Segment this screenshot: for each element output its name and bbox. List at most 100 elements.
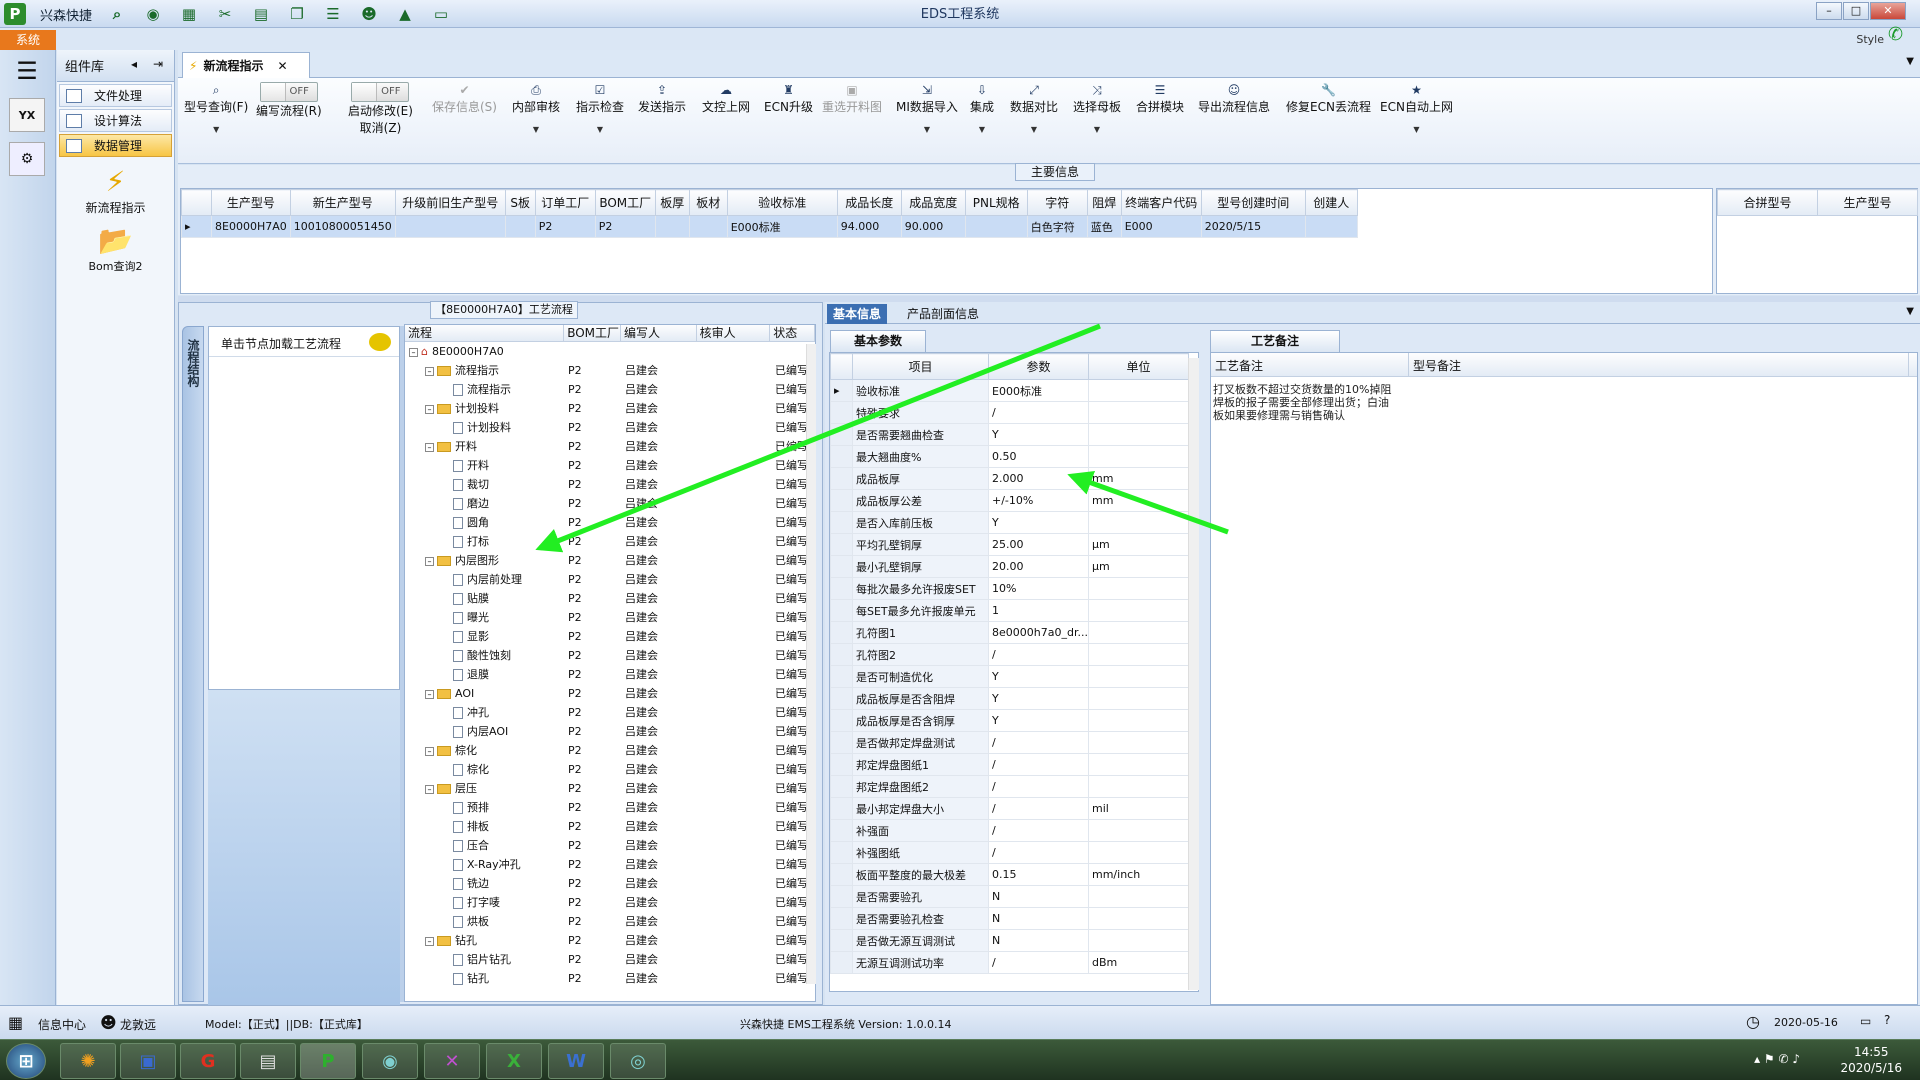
tree-node[interactable]: 磨边 <box>405 494 565 513</box>
table-cell[interactable]: 2020/5/15 <box>1200 215 1306 238</box>
param-value-cell[interactable]: 0.50 <box>988 445 1089 468</box>
param-row[interactable]: 特殊要求 / <box>830 401 1189 424</box>
table-cell[interactable]: 蓝色 <box>1086 215 1122 238</box>
tree-row[interactable]: – 钻孔 P2 吕建会 已编写 <box>405 931 815 950</box>
tree-node[interactable]: – 计划投料 <box>405 399 565 418</box>
help-icon[interactable]: ? <box>1884 1013 1890 1027</box>
tree-node[interactable]: – 钻孔 <box>405 931 565 950</box>
export-flow-info-button[interactable]: ☺ 导出流程信息 <box>1198 82 1270 115</box>
column-header[interactable]: 新生产型号 <box>289 189 396 216</box>
tree-node[interactable]: 圆角 <box>405 513 565 532</box>
table-cell[interactable]: E000标准 <box>726 215 838 238</box>
nav-item-data-management[interactable]: 数据管理 <box>59 134 172 157</box>
column-header[interactable]: 创建人 <box>1304 189 1358 216</box>
param-row[interactable]: 每SET最多允许报废单元 1 <box>830 599 1189 622</box>
tree-node[interactable]: 烘板 <box>405 912 565 931</box>
list-icon[interactable]: ☰ <box>322 3 344 25</box>
tree-row[interactable]: 磨边 P2 吕建会 已编写 <box>405 494 815 513</box>
tree-row[interactable]: 酸性蚀刻 P2 吕建会 已编写 <box>405 646 815 665</box>
column-header[interactable]: 板材 <box>688 189 728 216</box>
table-cell[interactable] <box>1304 215 1358 238</box>
tree-node[interactable]: 裁切 <box>405 475 565 494</box>
column-header[interactable]: 成品长度 <box>836 189 902 216</box>
doc-control-upload-button[interactable]: ☁ 文控上网 <box>702 82 750 115</box>
chevron-down-icon[interactable]: ▼ <box>1906 306 1914 317</box>
scissors-icon[interactable]: ✂ <box>214 3 236 25</box>
param-value-cell[interactable]: Y <box>988 665 1089 688</box>
taskbar-app-eye-icon[interactable]: ◉ <box>362 1043 418 1079</box>
column-header[interactable]: S板 <box>504 189 536 216</box>
tab-basic-info[interactable]: 基本信息 <box>827 304 888 324</box>
menu-icon[interactable]: ☰ <box>9 54 45 88</box>
tree-row[interactable]: 铣边 P2 吕建会 已编写 <box>405 874 815 893</box>
taskbar-clock[interactable]: 14:55 2020/5/16 <box>1840 1044 1902 1076</box>
param-row[interactable]: 最小邦定焊盘大小 / mil <box>830 797 1189 820</box>
tree-node[interactable]: 压合 <box>405 836 565 855</box>
tree-row[interactable]: 排板 P2 吕建会 已编写 <box>405 817 815 836</box>
tab-product-profile[interactable]: 产品剖面信息 <box>901 304 985 324</box>
flow-tree-scrollbar[interactable] <box>806 344 816 984</box>
param-row[interactable]: 是否做无源互调测试 N <box>830 929 1189 952</box>
style-selector[interactable]: Style <box>1856 33 1884 46</box>
param-value-cell[interactable]: N <box>988 885 1089 908</box>
param-row[interactable]: 平均孔壁铜厚 25.00 μm <box>830 533 1189 556</box>
ecn-upgrade-button[interactable]: ♜ ECN升级 <box>764 82 813 115</box>
tab-system[interactable]: 系统 <box>0 30 56 50</box>
param-value-cell[interactable]: / <box>988 841 1089 864</box>
param-row[interactable]: 邦定焊盘图纸1/ <box>830 753 1189 776</box>
column-header[interactable]: 字符 <box>1026 189 1088 216</box>
taskbar-app-eds-icon[interactable]: P <box>300 1043 356 1079</box>
data-compare-button[interactable]: ⤢ 数据对比 ▼ <box>1010 82 1058 134</box>
select-master-board-button[interactable]: ⤨ 选择母板 ▼ <box>1073 82 1121 134</box>
tree-node[interactable]: 开料 <box>405 456 565 475</box>
param-row[interactable]: 是否需要验孔 N <box>830 885 1189 908</box>
param-row[interactable]: 邦定焊盘图纸2/ <box>830 775 1189 798</box>
collapse-toggle-icon[interactable]: – <box>425 784 434 794</box>
chart-icon[interactable]: ▲ <box>394 3 416 25</box>
column-header[interactable]: 订单工厂 <box>534 189 596 216</box>
tree-row[interactable]: X-Ray冲孔 P2 吕建会 已编写 <box>405 855 815 874</box>
param-value-cell[interactable]: / <box>988 819 1089 842</box>
tab-basic-params[interactable]: 基本参数 <box>830 330 926 352</box>
tree-row[interactable]: 开料 P2 吕建会 已编写 <box>405 456 815 475</box>
param-value-cell[interactable]: Y <box>988 687 1089 710</box>
tab-craft-remark[interactable]: 工艺备注 <box>1210 330 1340 352</box>
table-cell[interactable] <box>964 215 1028 238</box>
param-scrollbar[interactable] <box>1188 358 1199 990</box>
toggle-switch[interactable]: OFF <box>351 82 410 102</box>
info-center-label[interactable]: 信息中心 <box>38 1016 86 1033</box>
keyboard-icon[interactable]: ▭ <box>1860 1014 1871 1028</box>
column-header[interactable]: 板厚 <box>654 189 690 216</box>
param-row[interactable]: 补强图纸 / <box>830 841 1189 864</box>
taskbar-app-word-icon[interactable]: W <box>548 1043 604 1079</box>
nav-item-file-processing[interactable]: 文件处理 <box>59 84 172 107</box>
tree-row[interactable]: 计划投料 P2 吕建会 已编写 <box>405 418 815 437</box>
column-header[interactable]: BOM工厂 <box>594 189 656 216</box>
tree-node[interactable]: – 流程指示 <box>405 361 565 380</box>
collapse-toggle-icon[interactable]: – <box>409 347 418 357</box>
column-header[interactable]: 流程 <box>405 325 565 341</box>
param-value-cell[interactable]: N <box>988 907 1089 930</box>
close-button[interactable]: ✕ <box>1870 2 1906 20</box>
collapse-toggle-icon[interactable]: – <box>425 689 434 699</box>
copy-icon[interactable]: ❐ <box>286 3 308 25</box>
param-value-cell[interactable]: 8e0000h7a0_dr... <box>988 621 1089 644</box>
tree-node[interactable]: 显影 <box>405 627 565 646</box>
yx-module-icon[interactable]: YX <box>9 98 45 132</box>
param-value-cell[interactable]: 25.00 <box>988 533 1089 556</box>
param-value-cell[interactable]: 0.15 <box>988 863 1089 886</box>
tree-row[interactable]: – 棕化 P2 吕建会 已编写 <box>405 741 815 760</box>
tree-row[interactable]: 烘板 P2 吕建会 已编写 <box>405 912 815 931</box>
collapse-toggle-icon[interactable]: – <box>425 556 434 566</box>
tree-node[interactable]: 冲孔 <box>405 703 565 722</box>
write-flow-toggle[interactable]: OFF 编写流程(R) <box>256 82 322 119</box>
column-header[interactable]: 工艺备注 <box>1211 353 1409 376</box>
param-row[interactable]: 成品板厚 2.000 mm <box>830 467 1189 490</box>
param-value-cell[interactable]: / <box>988 951 1089 974</box>
flow-structure-tab[interactable]: 流程结构 <box>182 326 204 1002</box>
param-row[interactable]: 每批次最多允许报废SET 10% <box>830 577 1189 600</box>
column-header[interactable]: 核审人 <box>697 325 771 341</box>
param-value-cell[interactable]: E000标准 <box>988 379 1089 402</box>
column-header[interactable]: 阻焊 <box>1086 189 1122 216</box>
collapse-toggle-icon[interactable]: – <box>425 442 434 452</box>
